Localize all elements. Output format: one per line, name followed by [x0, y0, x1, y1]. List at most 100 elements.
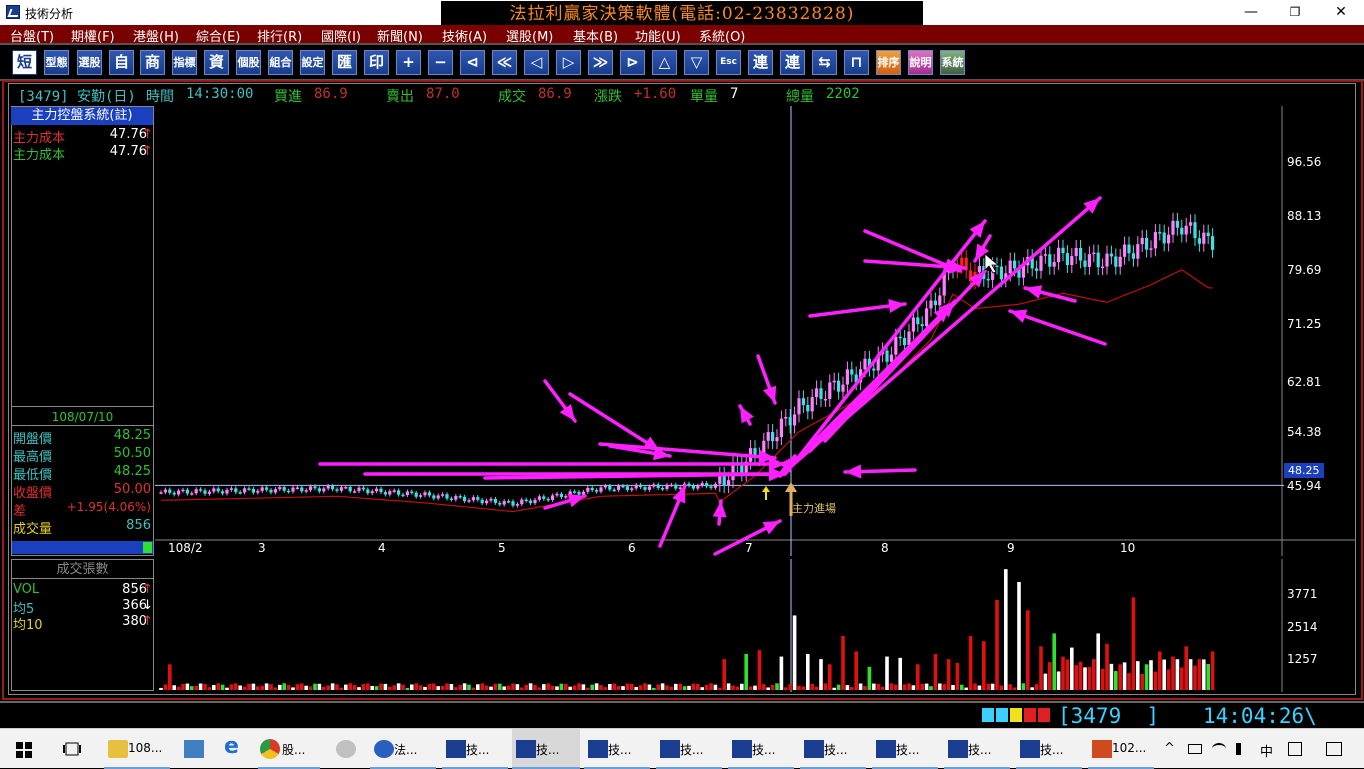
y-tick-label: 45.94: [1287, 479, 1321, 493]
tb-link2-button[interactable]: 連: [780, 50, 805, 75]
tb-export-button[interactable]: 匯: [332, 50, 357, 75]
taskbar-item[interactable]: 技...: [944, 729, 1010, 769]
taskbar-item[interactable]: 技...: [728, 729, 794, 769]
tb-indicator-button[interactable]: 指標: [172, 50, 197, 75]
tb-zoom-out-button[interactable]: −: [428, 50, 453, 75]
volume-bar: [863, 685, 867, 690]
tray-expand-icon[interactable]: ^: [1164, 741, 1175, 756]
volume-icon[interactable]: [1236, 743, 1248, 755]
candle-body: [291, 487, 295, 492]
tb-up-button[interactable]: △: [652, 50, 677, 75]
close-button[interactable]: ✕: [1318, 0, 1364, 25]
wifi-icon[interactable]: [1212, 743, 1226, 755]
panel-title[interactable]: 主力控盤系統(註): [11, 107, 153, 125]
candle-body: [925, 308, 929, 327]
candle-body: [163, 489, 167, 493]
ime-indicator[interactable]: 中: [1260, 741, 1273, 760]
taskbar: 108... e 股... 法... 技... 技... 技... 技... 技…: [0, 728, 1364, 769]
tb-swap-button[interactable]: ⇆: [812, 50, 837, 75]
tb-short-button[interactable]: 短: [12, 50, 37, 75]
tb-down-button[interactable]: ▽: [684, 50, 709, 75]
volume-bar: [1175, 659, 1180, 690]
taskbar-item[interactable]: 股...: [258, 729, 320, 769]
taskbar-item[interactable]: 技...: [800, 729, 866, 769]
volume-bar: [678, 683, 682, 690]
taskbar-item[interactable]: 技...: [584, 729, 650, 769]
tb-settings-button[interactable]: 設定: [300, 50, 325, 75]
volume-bar: [753, 685, 757, 690]
keyboard-icon[interactable]: [1288, 742, 1302, 756]
arrow-up-icon: ↑: [142, 127, 153, 142]
tb-link1-button[interactable]: 連: [748, 50, 773, 75]
tb-system-button[interactable]: 系統: [940, 50, 965, 75]
tb-data-button[interactable]: 資: [204, 50, 229, 75]
volume-bar: [709, 683, 713, 690]
taskbar-item[interactable]: [178, 729, 212, 769]
candle-body: [815, 388, 819, 398]
tb-forward-button[interactable]: ▷: [556, 50, 581, 75]
tb-esc-button[interactable]: Esc: [716, 50, 741, 75]
start-button[interactable]: [0, 729, 48, 769]
volume-bar: [216, 683, 220, 690]
tb-select-button[interactable]: 選股: [77, 50, 102, 75]
candle-body: [379, 488, 383, 493]
volume-bar: [1074, 665, 1078, 690]
volume-bar: [876, 683, 880, 690]
tb-first-button[interactable]: ⊲: [460, 50, 485, 75]
taskbar-item[interactable]: 法...: [370, 729, 436, 769]
taskbar-item[interactable]: e: [218, 729, 252, 769]
candle-body: [678, 487, 682, 489]
tb-back-button[interactable]: ◁: [524, 50, 549, 75]
taskbar-item-active[interactable]: 技...: [512, 729, 580, 769]
candle-body: [295, 487, 299, 489]
volume-bar: [616, 685, 621, 690]
volume-bar: [590, 684, 594, 690]
maximize-button[interactable]: ❐: [1272, 0, 1318, 25]
taskbar-item[interactable]: 108...: [104, 729, 170, 769]
tb-fast-forward-button[interactable]: ≫: [588, 50, 613, 75]
candle-body: [1070, 256, 1074, 266]
volume-bar: [832, 687, 836, 690]
battery-icon[interactable]: [1188, 744, 1202, 754]
volume-bar: [625, 683, 630, 690]
volume-bar: [973, 683, 977, 690]
taskbar-item[interactable]: 技...: [442, 729, 508, 769]
volume-bar: [414, 683, 418, 690]
tb-sort-button[interactable]: 排序: [876, 50, 901, 75]
tb-lock-button[interactable]: ⊓: [844, 50, 869, 75]
volume-bar: [427, 683, 432, 690]
task-view-button[interactable]: [52, 729, 92, 769]
volume-bar: [212, 685, 216, 690]
tb-combo-button[interactable]: 組合: [268, 50, 293, 75]
tb-fast-back-button[interactable]: ≪: [492, 50, 517, 75]
tb-help-button[interactable]: 說明: [908, 50, 933, 75]
tb-print-button[interactable]: 印: [364, 50, 389, 75]
taskbar-item[interactable]: 技...: [656, 729, 722, 769]
volume-bar: [920, 683, 924, 690]
volume-bar: [445, 683, 449, 690]
taskbar-item[interactable]: 技...: [872, 729, 938, 769]
candle-body: [806, 404, 810, 412]
taskbar-item[interactable]: 技...: [1016, 729, 1082, 769]
tb-pattern-button[interactable]: 型態: [44, 50, 69, 75]
tb-last-button[interactable]: ⊳: [620, 50, 645, 75]
stock-code: [3479] 安勤(日): [18, 89, 136, 105]
volume-bar: [515, 684, 520, 690]
tb-stock-button[interactable]: 個股: [236, 50, 261, 75]
candle-body: [1008, 260, 1012, 274]
volume-bar: [1039, 646, 1043, 690]
volume-bar: [361, 684, 366, 690]
notification-icon[interactable]: [1326, 742, 1342, 756]
volume-chart[interactable]: 3771 2514 1257: [155, 559, 1355, 692]
price-chart[interactable]: 96.56 88.13 79.69 71.25 62.81 54.38 45.94 108/2…: [155, 106, 1355, 556]
volume-bar: [300, 683, 304, 690]
folder-icon: [108, 740, 128, 758]
taskbar-item[interactable]: 102...: [1088, 729, 1154, 769]
tb-commodity-button[interactable]: 商: [140, 50, 165, 75]
minimize-button[interactable]: —: [1228, 0, 1274, 25]
chart-app-icon: [804, 740, 824, 758]
tb-self-button[interactable]: 自: [109, 50, 134, 75]
volume-bar: [220, 684, 225, 690]
tb-zoom-in-button[interactable]: +: [396, 50, 421, 75]
taskbar-item[interactable]: [330, 729, 364, 769]
